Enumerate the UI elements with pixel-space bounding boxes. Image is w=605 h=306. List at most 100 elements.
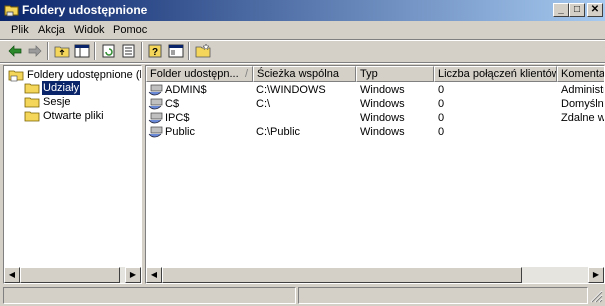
forward-button[interactable] xyxy=(26,43,44,59)
table-row[interactable]: C$ C:\ Windows 0 Domyślny xyxy=(146,97,605,111)
scroll-thumb[interactable] xyxy=(20,267,120,283)
column-header-label: Komentar xyxy=(561,68,605,80)
column-header-connections[interactable]: Liczba połączeń klientów xyxy=(434,66,557,82)
maximize-icon: □ xyxy=(573,4,581,15)
share-icon xyxy=(148,126,163,138)
column-header-comment[interactable]: Komentar xyxy=(557,66,605,82)
share-icon xyxy=(148,98,163,110)
cell-comment: Administr xyxy=(561,84,605,96)
close-button[interactable]: ✕ xyxy=(587,3,603,17)
sort-arrow-icon: / xyxy=(244,68,248,80)
resize-grip-icon[interactable] xyxy=(590,290,603,303)
cell-comment: Zdalne wy xyxy=(561,112,605,124)
toolbar-separator xyxy=(47,42,49,60)
show-hide-tree-button[interactable] xyxy=(73,43,91,59)
menu-separator xyxy=(0,39,605,41)
help-button[interactable]: ? xyxy=(147,43,165,59)
cell-comment: Domyślny xyxy=(561,98,605,110)
cell-type: Windows xyxy=(360,84,405,96)
title-bar[interactable]: Foldery udostępnione _ □ ✕ xyxy=(0,0,605,21)
cell-path: C:\ xyxy=(256,98,271,110)
window-title: Foldery udostępnione xyxy=(22,3,148,17)
close-icon: ✕ xyxy=(590,4,600,15)
scroll-left-button[interactable]: ◀ xyxy=(146,267,162,283)
cell-path xyxy=(256,111,354,125)
up-folder-icon xyxy=(54,46,70,58)
export-list-icon xyxy=(122,44,135,58)
column-header-path[interactable]: Ścieżka wspólna xyxy=(253,66,356,82)
minimize-button[interactable]: _ xyxy=(553,3,569,17)
menu-akcja[interactable]: Akcja xyxy=(38,24,65,36)
cell-connections: 0 xyxy=(438,112,445,124)
table-row[interactable]: ADMIN$ C:\WINDOWS Windows 0 Administr xyxy=(146,83,605,97)
scroll-right-button[interactable]: ▶ xyxy=(125,267,141,283)
tree-root-label: Foldery udostępnione (lokal xyxy=(27,69,142,81)
refresh-icon xyxy=(102,44,115,58)
status-pane-left xyxy=(3,287,296,304)
new-share-button[interactable] xyxy=(194,43,212,59)
menu-widok[interactable]: Widok xyxy=(74,24,105,36)
export-list-button[interactable] xyxy=(120,43,138,59)
folder-icon xyxy=(24,97,40,108)
properties-button[interactable] xyxy=(167,43,185,59)
cell-type: Windows xyxy=(360,112,405,124)
scroll-thumb[interactable] xyxy=(162,267,522,283)
folder-icon xyxy=(24,111,40,122)
menu-bar: Plik Akcja Widok Pomoc xyxy=(0,21,605,39)
list-pane[interactable]: Folder udostępn... / Ścieżka wspólna Typ… xyxy=(145,65,605,284)
toolbar-separator xyxy=(141,42,143,60)
tree-item-label: Sesje xyxy=(43,96,71,108)
tree-pane[interactable]: Foldery udostępnione (lokal Udziały Sesj… xyxy=(3,65,142,284)
cell-path: C:\Public xyxy=(256,126,301,138)
tree-item-udzialy[interactable]: Udziały xyxy=(24,81,124,95)
back-button[interactable] xyxy=(6,43,24,59)
table-row[interactable]: IPC$ Windows 0 Zdalne wy xyxy=(146,111,605,125)
tree-item-label: Udziały xyxy=(42,81,81,95)
cell-connections: 0 xyxy=(438,98,445,110)
tree-item-otwarte-pliki[interactable]: Otwarte pliki xyxy=(24,109,134,123)
column-header-type[interactable]: Typ xyxy=(356,66,434,82)
tree-root[interactable]: Foldery udostępnione (lokal xyxy=(8,68,142,82)
menu-pomoc[interactable]: Pomoc xyxy=(113,24,147,36)
forward-icon xyxy=(28,45,42,57)
cell-name: IPC$ xyxy=(165,112,190,124)
toolbar-separator xyxy=(94,42,96,60)
toolbar-bottom-separator xyxy=(0,62,605,64)
cell-path: C:\WINDOWS xyxy=(256,84,326,96)
cell-name: Public xyxy=(165,126,195,138)
svg-text:?: ? xyxy=(152,47,158,58)
column-header-folder[interactable]: Folder udostępn... / xyxy=(146,66,253,82)
refresh-button[interactable] xyxy=(100,43,118,59)
column-header-label: Folder udostępn... xyxy=(150,68,239,80)
shared-folder-icon xyxy=(4,5,19,17)
back-icon xyxy=(8,45,22,57)
show-hide-tree-icon xyxy=(74,44,90,58)
column-header-label: Liczba połączeń klientów xyxy=(438,68,557,80)
up-button[interactable] xyxy=(53,43,71,59)
folder-icon xyxy=(24,83,40,94)
list-horizontal-scrollbar[interactable]: ◀ ▶ xyxy=(146,267,604,283)
help-icon: ? xyxy=(148,44,162,58)
cell-type: Windows xyxy=(360,126,405,138)
scroll-right-button[interactable]: ▶ xyxy=(588,267,604,283)
tree-item-label: Otwarte pliki xyxy=(43,110,104,122)
scroll-left-button[interactable]: ◀ xyxy=(4,267,20,283)
menu-plik[interactable]: Plik xyxy=(11,24,29,36)
column-header-label: Typ xyxy=(360,68,378,80)
new-share-icon xyxy=(195,43,211,58)
status-pane-right xyxy=(298,287,588,304)
cell-connections: 0 xyxy=(438,126,445,138)
maximize-button[interactable]: □ xyxy=(569,3,585,17)
properties-icon xyxy=(168,44,184,58)
minimize-icon: _ xyxy=(558,4,564,15)
tree-horizontal-scrollbar[interactable]: ◀ ▶ xyxy=(4,267,141,283)
cell-type: Windows xyxy=(360,98,405,110)
cell-name: C$ xyxy=(165,98,180,110)
shared-folder-icon xyxy=(8,70,24,82)
toolbar-separator xyxy=(188,42,190,60)
share-icon xyxy=(148,112,163,124)
table-row[interactable]: Public C:\Public Windows 0 xyxy=(146,125,604,139)
cell-connections: 0 xyxy=(438,84,445,96)
tree-item-sesje[interactable]: Sesje xyxy=(24,95,124,109)
cell-name: ADMIN$ xyxy=(165,84,207,96)
